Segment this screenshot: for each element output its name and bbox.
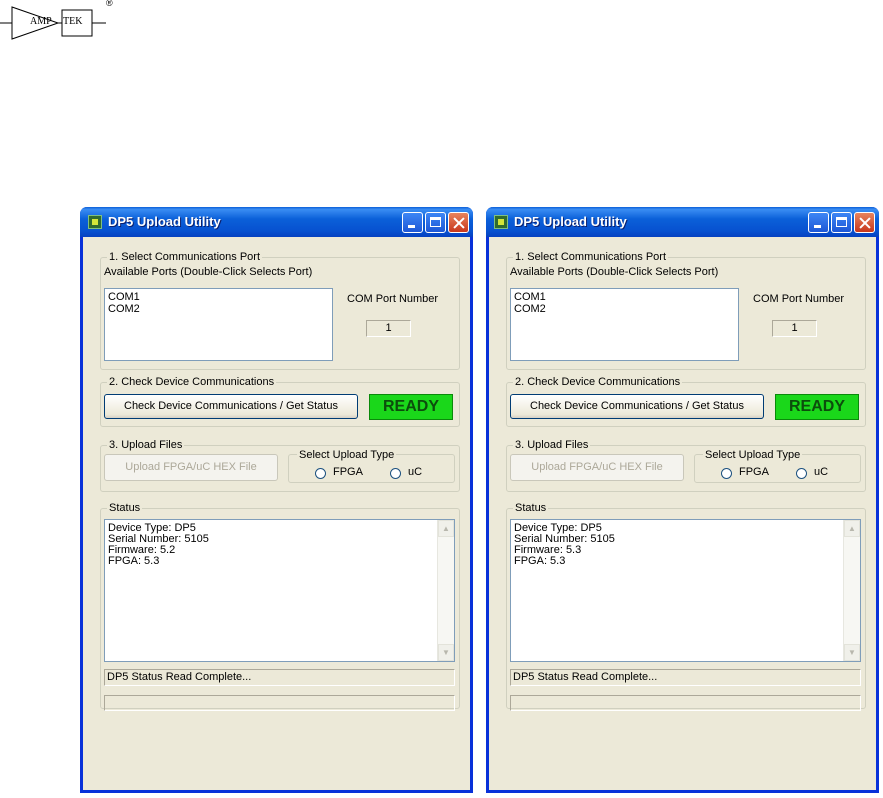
close-button[interactable]: [854, 212, 875, 233]
group-label: 3. Upload Files: [513, 438, 591, 452]
uc-label: uC: [408, 466, 423, 478]
window-title: DP5 Upload Utility: [108, 214, 221, 229]
logo-amp-text: AMP: [30, 16, 52, 27]
uc-radio[interactable]: [390, 468, 401, 479]
check-comms-group: 2. Check Device Communications Check Dev…: [506, 375, 866, 427]
status-text: Device Type: DP5 Serial Number: 5105 Fir…: [108, 523, 209, 567]
maximize-button[interactable]: [831, 212, 852, 233]
upload-utility-window-2: DP5 Upload Utility 1. Select Communicati…: [486, 207, 879, 793]
app-icon: [494, 215, 508, 229]
minimize-button[interactable]: [808, 212, 829, 233]
status-group: Status Device Type: DP5 Serial Number: 5…: [100, 501, 460, 711]
upload-hex-button[interactable]: Upload FPGA/uC HEX File: [510, 454, 684, 481]
vertical-scrollbar[interactable]: ▲ ▼: [843, 520, 860, 661]
upload-type-group: Select Upload Type FPGA uC: [288, 448, 455, 483]
com-port-number-value: 1: [772, 320, 817, 337]
scroll-down-arrow-icon[interactable]: ▼: [438, 644, 454, 661]
upload-files-group: 3. Upload Files Upload FPGA/uC HEX File …: [506, 438, 866, 492]
upload-utility-window-1: DP5 Upload Utility 1. Select Communicati…: [80, 207, 473, 793]
ready-indicator: READY: [775, 394, 859, 420]
ports-label: Available Ports (Double-Click Selects Po…: [510, 266, 719, 278]
status-line: FPGA: 5.3: [514, 555, 566, 567]
fpga-label: FPGA: [739, 466, 769, 478]
group-label: Status: [107, 501, 143, 515]
maximize-button[interactable]: [425, 212, 446, 233]
status-text: Device Type: DP5 Serial Number: 5105 Fir…: [514, 523, 615, 567]
minimize-button[interactable]: [402, 212, 423, 233]
status-textarea[interactable]: Device Type: DP5 Serial Number: 5105 Fir…: [510, 519, 861, 662]
scroll-up-arrow-icon[interactable]: ▲: [844, 520, 860, 537]
upload-type-label: Select Upload Type: [703, 448, 803, 462]
scroll-up-arrow-icon[interactable]: ▲: [438, 520, 454, 537]
app-icon: [88, 215, 102, 229]
ports-listbox[interactable]: COM1 COM2: [510, 288, 739, 361]
title-bar[interactable]: DP5 Upload Utility: [80, 207, 473, 237]
status-message-bar: DP5 Status Read Complete...: [510, 669, 861, 686]
ready-indicator: READY: [369, 394, 453, 420]
upload-hex-button[interactable]: Upload FPGA/uC HEX File: [104, 454, 278, 481]
list-item[interactable]: COM2: [514, 303, 735, 315]
progress-bar: [510, 695, 861, 711]
window-title: DP5 Upload Utility: [514, 214, 627, 229]
group-label: 2. Check Device Communications: [107, 375, 277, 389]
list-item[interactable]: COM2: [108, 303, 329, 315]
com-port-number-label: COM Port Number: [347, 293, 439, 305]
close-button[interactable]: [448, 212, 469, 233]
amptek-logo: AMP TEK ®: [0, 0, 120, 52]
logo-tek-text: TEK: [63, 16, 83, 27]
select-port-group: 1. Select Communications Port Available …: [100, 250, 460, 370]
list-item[interactable]: COM1: [108, 291, 329, 303]
check-communications-button[interactable]: Check Device Communications / Get Status: [104, 394, 358, 419]
group-label: 1. Select Communications Port: [513, 250, 669, 264]
status-message-bar: DP5 Status Read Complete...: [104, 669, 455, 686]
group-label: Status: [513, 501, 549, 515]
registered-mark: ®: [106, 0, 113, 8]
group-label: 3. Upload Files: [107, 438, 185, 452]
progress-bar: [104, 695, 455, 711]
check-comms-group: 2. Check Device Communications Check Dev…: [100, 375, 460, 427]
select-port-group: 1. Select Communications Port Available …: [506, 250, 866, 370]
title-bar[interactable]: DP5 Upload Utility: [486, 207, 879, 237]
com-port-number-label: COM Port Number: [753, 293, 845, 305]
vertical-scrollbar[interactable]: ▲ ▼: [437, 520, 454, 661]
scroll-down-arrow-icon[interactable]: ▼: [844, 644, 860, 661]
upload-type-group: Select Upload Type FPGA uC: [694, 448, 861, 483]
upload-type-label: Select Upload Type: [297, 448, 397, 462]
upload-files-group: 3. Upload Files Upload FPGA/uC HEX File …: [100, 438, 460, 492]
fpga-label: FPGA: [333, 466, 363, 478]
status-line: FPGA: 5.3: [108, 555, 160, 567]
uc-radio[interactable]: [796, 468, 807, 479]
fpga-radio[interactable]: [315, 468, 326, 479]
ports-label: Available Ports (Double-Click Selects Po…: [104, 266, 313, 278]
group-label: 1. Select Communications Port: [107, 250, 263, 264]
uc-label: uC: [814, 466, 829, 478]
ports-listbox[interactable]: COM1 COM2: [104, 288, 333, 361]
fpga-radio[interactable]: [721, 468, 732, 479]
com-port-number-value: 1: [366, 320, 411, 337]
check-communications-button[interactable]: Check Device Communications / Get Status: [510, 394, 764, 419]
group-label: 2. Check Device Communications: [513, 375, 683, 389]
status-group: Status Device Type: DP5 Serial Number: 5…: [506, 501, 866, 711]
status-textarea[interactable]: Device Type: DP5 Serial Number: 5105 Fir…: [104, 519, 455, 662]
list-item[interactable]: COM1: [514, 291, 735, 303]
